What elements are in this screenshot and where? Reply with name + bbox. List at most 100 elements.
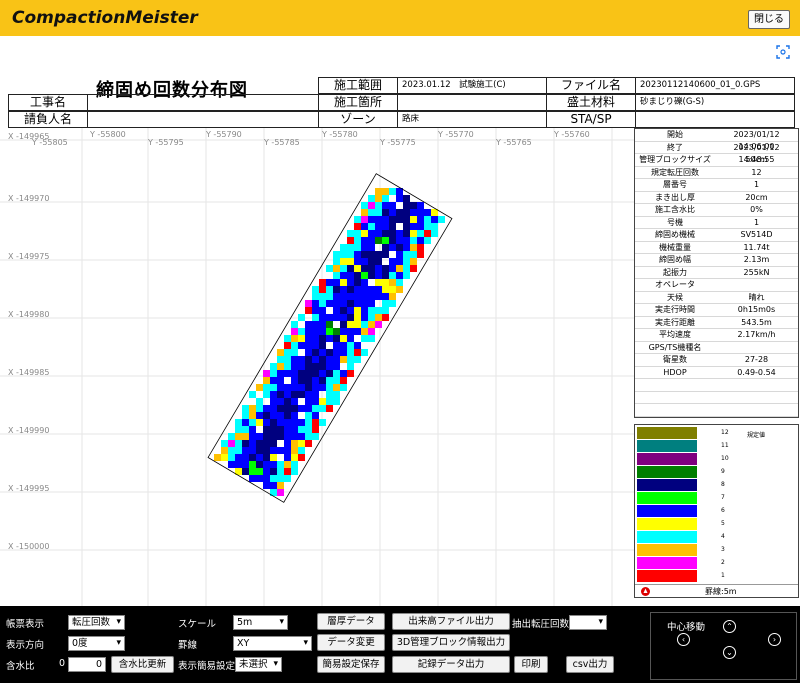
compaction-cell <box>284 384 291 391</box>
compaction-cell <box>291 398 298 405</box>
compaction-cell <box>389 216 396 223</box>
compaction-cell <box>410 244 417 251</box>
moisture-input[interactable]: 0 <box>68 657 106 672</box>
info-key: 機械重量 <box>659 242 691 252</box>
height-file-output-button[interactable]: 出来高ファイル出力 <box>392 613 510 630</box>
y-coordinate-label: Y -55770 <box>438 130 474 139</box>
compaction-cell <box>312 363 319 370</box>
compaction-cell <box>361 258 368 265</box>
compaction-cell <box>326 328 333 335</box>
compaction-cell <box>249 433 256 440</box>
compaction-cell <box>431 230 438 237</box>
compaction-cell <box>410 258 417 265</box>
info-key <box>635 392 715 404</box>
compaction-cell <box>305 377 312 384</box>
compaction-cell <box>277 475 284 482</box>
compaction-cell <box>228 461 235 468</box>
compaction-cell <box>354 300 361 307</box>
simple-setting-select[interactable]: 未選択 <box>235 657 282 672</box>
x-coordinate-label: X -150000 <box>8 542 50 551</box>
compaction-cell <box>242 405 249 412</box>
csv-output-button[interactable]: csv出力 <box>566 656 614 673</box>
compaction-cell <box>256 384 263 391</box>
compaction-cell <box>375 188 382 195</box>
compaction-cell <box>312 307 319 314</box>
moisture-update-button[interactable]: 含水比更新 <box>111 656 174 673</box>
info-key: 号機 <box>667 217 683 227</box>
compaction-cell <box>389 230 396 237</box>
change-data-button[interactable]: データ変更 <box>317 634 385 651</box>
compaction-cell <box>235 440 242 447</box>
record-data-output-button[interactable]: 記録データ出力 <box>392 656 510 673</box>
move-up-icon[interactable]: ⌃ <box>723 620 736 633</box>
compaction-cell <box>368 258 375 265</box>
save-simple-setting-button[interactable]: 簡易設定保存 <box>317 656 385 673</box>
compaction-cell <box>277 433 284 440</box>
compaction-cell <box>347 244 354 251</box>
compaction-cell <box>375 279 382 286</box>
legend-count-label: 2 <box>721 559 725 566</box>
compaction-cell <box>270 412 277 419</box>
center-move-panel: 中心移動 ⌃ ‹ › ⌄ <box>650 612 797 680</box>
legend-count-label: 12 <box>721 429 729 436</box>
compaction-cell <box>382 279 389 286</box>
close-button[interactable]: 閉じる <box>748 10 790 29</box>
moisture-zero: 0 <box>59 658 66 669</box>
info-value <box>715 342 798 354</box>
info-key: 規定転圧回数 <box>651 167 699 177</box>
compaction-cell <box>347 251 354 258</box>
compaction-cell <box>305 412 312 419</box>
compaction-cell <box>305 370 312 377</box>
compaction-cell <box>270 475 277 482</box>
compaction-cell <box>347 230 354 237</box>
compaction-cell <box>326 377 333 384</box>
compaction-cell <box>368 314 375 321</box>
compaction-cell <box>221 440 228 447</box>
compaction-cell <box>382 272 389 279</box>
info-value: 晴れ <box>748 292 765 302</box>
compaction-cell <box>375 321 382 328</box>
direction-select[interactable]: 0度 <box>68 636 125 651</box>
fullscreen-icon[interactable] <box>776 45 790 59</box>
info-row: 機械重量 11.74t <box>635 242 798 254</box>
compaction-cell <box>298 384 305 391</box>
compaction-cell <box>333 300 340 307</box>
compaction-cell <box>368 244 375 251</box>
compaction-cell <box>410 209 417 216</box>
form-select[interactable]: 転圧回数 <box>68 615 125 630</box>
compaction-cell <box>382 195 389 202</box>
scale-label: スケール <box>178 619 217 630</box>
y-coordinate-label: Y -55795 <box>148 138 184 147</box>
compaction-cell <box>375 258 382 265</box>
move-right-icon[interactable]: › <box>768 633 781 646</box>
legend-swatch <box>637 505 697 517</box>
3d-block-output-button[interactable]: 3D管理ブロック情報出力 <box>392 634 510 651</box>
compaction-cell <box>347 300 354 307</box>
compaction-cell <box>382 293 389 300</box>
compaction-cell <box>382 216 389 223</box>
compaction-cell <box>312 328 319 335</box>
compaction-cell <box>305 419 312 426</box>
info-key: HDOP <box>663 367 687 377</box>
move-left-icon[interactable]: ‹ <box>677 633 690 646</box>
compaction-cell <box>249 391 256 398</box>
compaction-cell <box>368 321 375 328</box>
layer-data-button[interactable]: 層厚データ <box>317 613 385 630</box>
compaction-cell <box>298 433 305 440</box>
compaction-cell <box>298 314 305 321</box>
legend-count-label: 3 <box>721 546 725 553</box>
label-sta: STA/SP <box>546 111 636 128</box>
move-down-icon[interactable]: ⌄ <box>723 646 736 659</box>
scale-select[interactable]: 5m <box>233 615 288 630</box>
print-button[interactable]: 印刷 <box>514 656 548 673</box>
compaction-cell <box>354 286 361 293</box>
compaction-cell <box>284 391 291 398</box>
extract-count-select[interactable] <box>569 615 607 630</box>
compaction-cell <box>284 468 291 475</box>
compaction-cell <box>319 300 326 307</box>
compaction-cell <box>312 405 319 412</box>
line-select[interactable]: XY <box>233 636 312 651</box>
compaction-cell <box>277 356 284 363</box>
compaction-cell <box>319 293 326 300</box>
legend-count-label: 5 <box>721 520 725 527</box>
